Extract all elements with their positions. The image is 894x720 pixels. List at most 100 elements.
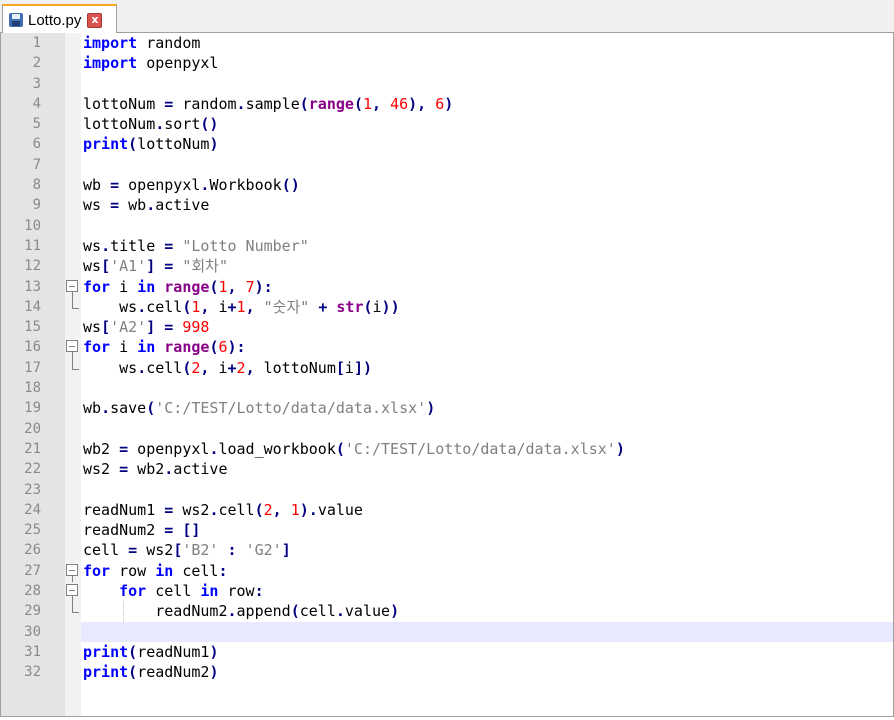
code-line[interactable]: 10 [1, 216, 893, 236]
fold-toggle-icon[interactable] [66, 340, 80, 359]
code-token: "회차" [182, 257, 229, 276]
code-token: ]) [353, 358, 372, 377]
code-token: range [164, 338, 210, 357]
line-number: 20 [24, 420, 41, 437]
code-text: wb2 = openpyxl.load_workbook('C:/TEST/Lo… [83, 439, 625, 459]
code-line[interactable]: 15 ws['A2'] = 998 [1, 317, 893, 337]
code-token: ws [83, 257, 102, 276]
code-line[interactable]: 27 for row in cell: [1, 561, 893, 582]
code-line[interactable]: 7 [1, 155, 893, 175]
code-line[interactable]: 9 ws = wb.active [1, 195, 893, 215]
code-line[interactable]: 14 ws.cell(1, i+1, "숫자" + str(i)) [1, 296, 893, 317]
code-line[interactable]: 6 print(lottoNum) [1, 134, 893, 154]
code-token: i [209, 297, 228, 316]
line-number: 17 [24, 359, 41, 376]
code-token: . [335, 602, 345, 621]
code-token: i [209, 358, 228, 377]
code-token: wb2 [83, 439, 120, 458]
code-token: + [227, 297, 237, 316]
code-line[interactable]: 12 ws['A1'] = "회차" [1, 256, 893, 276]
code-token: "숫자" [263, 297, 310, 316]
code-token: load_workbook [218, 439, 336, 458]
tab-bar: Lotto.py x [0, 0, 894, 34]
code-line[interactable]: 18 [1, 378, 893, 398]
tab-title: Lotto.py [28, 11, 82, 29]
code-token: 46 [390, 94, 409, 113]
code-line[interactable]: 26 cell = ws2['B2' : 'G2'] [1, 540, 893, 560]
code-line[interactable]: 31 print(readNum1) [1, 642, 893, 662]
code-token: 1 [290, 500, 300, 519]
code-token: , [272, 500, 282, 519]
line-number: 32 [24, 664, 41, 681]
fold-end-icon [66, 601, 80, 619]
code-line[interactable]: 5 lottoNum.sort() [1, 114, 893, 134]
code-text: for i in range(6): [83, 337, 246, 357]
code-token: () [281, 176, 300, 195]
code-text: readNum1 = ws2.cell(2, 1).value [83, 500, 363, 520]
code-line[interactable]: 11 ws.title = "Lotto Number" [1, 236, 893, 256]
code-text: ws2 = wb2.active [83, 459, 228, 479]
code-line[interactable]: 4 lottoNum = random.sample(range(1, 46), … [1, 94, 893, 114]
line-number: 14 [24, 298, 41, 315]
close-icon[interactable]: x [87, 12, 103, 28]
code-token: active [155, 196, 210, 215]
code-line[interactable]: 2 import openpyxl [1, 53, 893, 73]
code-token: ws2 [83, 460, 120, 479]
code-line[interactable]: 3 [1, 74, 893, 94]
code-token: . [146, 196, 156, 215]
fold-toggle-icon[interactable] [66, 563, 80, 582]
floppy-save-icon [8, 12, 24, 28]
code-line[interactable]: 13 for i in range(1, 7): [1, 277, 893, 298]
code-line[interactable]: 32 print(readNum2) [1, 662, 893, 682]
code-line[interactable]: 23 [1, 480, 893, 500]
code-token: ) [209, 663, 219, 682]
code-line[interactable]: 28 for cell in row: [1, 581, 893, 603]
code-token: title [110, 236, 165, 255]
code-line[interactable]: 30 [1, 621, 893, 642]
code-token: 1 [362, 94, 372, 113]
code-token: ] [146, 257, 156, 276]
code-token: ) [209, 135, 219, 154]
code-token: lottoNum [137, 135, 210, 154]
code-line[interactable]: 1 import random [1, 33, 893, 53]
code-token: for [83, 338, 111, 357]
code-line[interactable]: 20 [1, 419, 893, 439]
code-token: 7 [245, 277, 255, 296]
code-line[interactable]: 21 wb2 = openpyxl.load_workbook('C:/TEST/… [1, 439, 893, 459]
code-token: 6 [435, 94, 445, 113]
code-token: , [372, 94, 382, 113]
code-token: = [164, 236, 174, 255]
code-token: openpyxl [128, 439, 210, 458]
code-line[interactable]: 29 readNum2.append(cell.value) [1, 601, 893, 622]
code-token: lottoNum [83, 115, 156, 134]
code-token: import [83, 54, 138, 73]
code-line[interactable]: 19 wb.save('C:/TEST/Lotto/data/data.xlsx'… [1, 398, 893, 418]
code-line[interactable]: 16 for i in range(6): [1, 337, 893, 359]
code-token: ws2 [173, 500, 210, 519]
code-line[interactable]: 8 wb = openpyxl.Workbook() [1, 175, 893, 195]
code-token: 'A1' [110, 257, 147, 276]
code-line[interactable]: 25 readNum2 = [] [1, 520, 893, 540]
code-line[interactable]: 24 readNum1 = ws2.cell(2, 1).value [1, 500, 893, 520]
code-token: () [200, 115, 219, 134]
tab-lotto-py[interactable]: Lotto.py x [2, 4, 117, 34]
code-token: ) [390, 602, 400, 621]
fold-toggle-icon[interactable] [66, 584, 80, 603]
code-editor[interactable]: 1 import random 2 import openpyxl 3 4 lottoNum… [0, 33, 894, 717]
line-number: 6 [32, 136, 41, 153]
code-line[interactable]: 22 ws2 = wb2.active [1, 459, 893, 479]
code-token: , [227, 277, 237, 296]
code-token: , [245, 358, 255, 377]
code-token: . [137, 297, 147, 316]
code-token: for [83, 561, 111, 580]
code-line[interactable]: 17 ws.cell(2, i+2, lottoNum[i]) [1, 357, 893, 378]
fold-toggle-icon[interactable] [66, 279, 80, 298]
line-number: 30 [24, 623, 41, 640]
code-token: ) [444, 94, 454, 113]
line-number: 27 [24, 562, 41, 579]
